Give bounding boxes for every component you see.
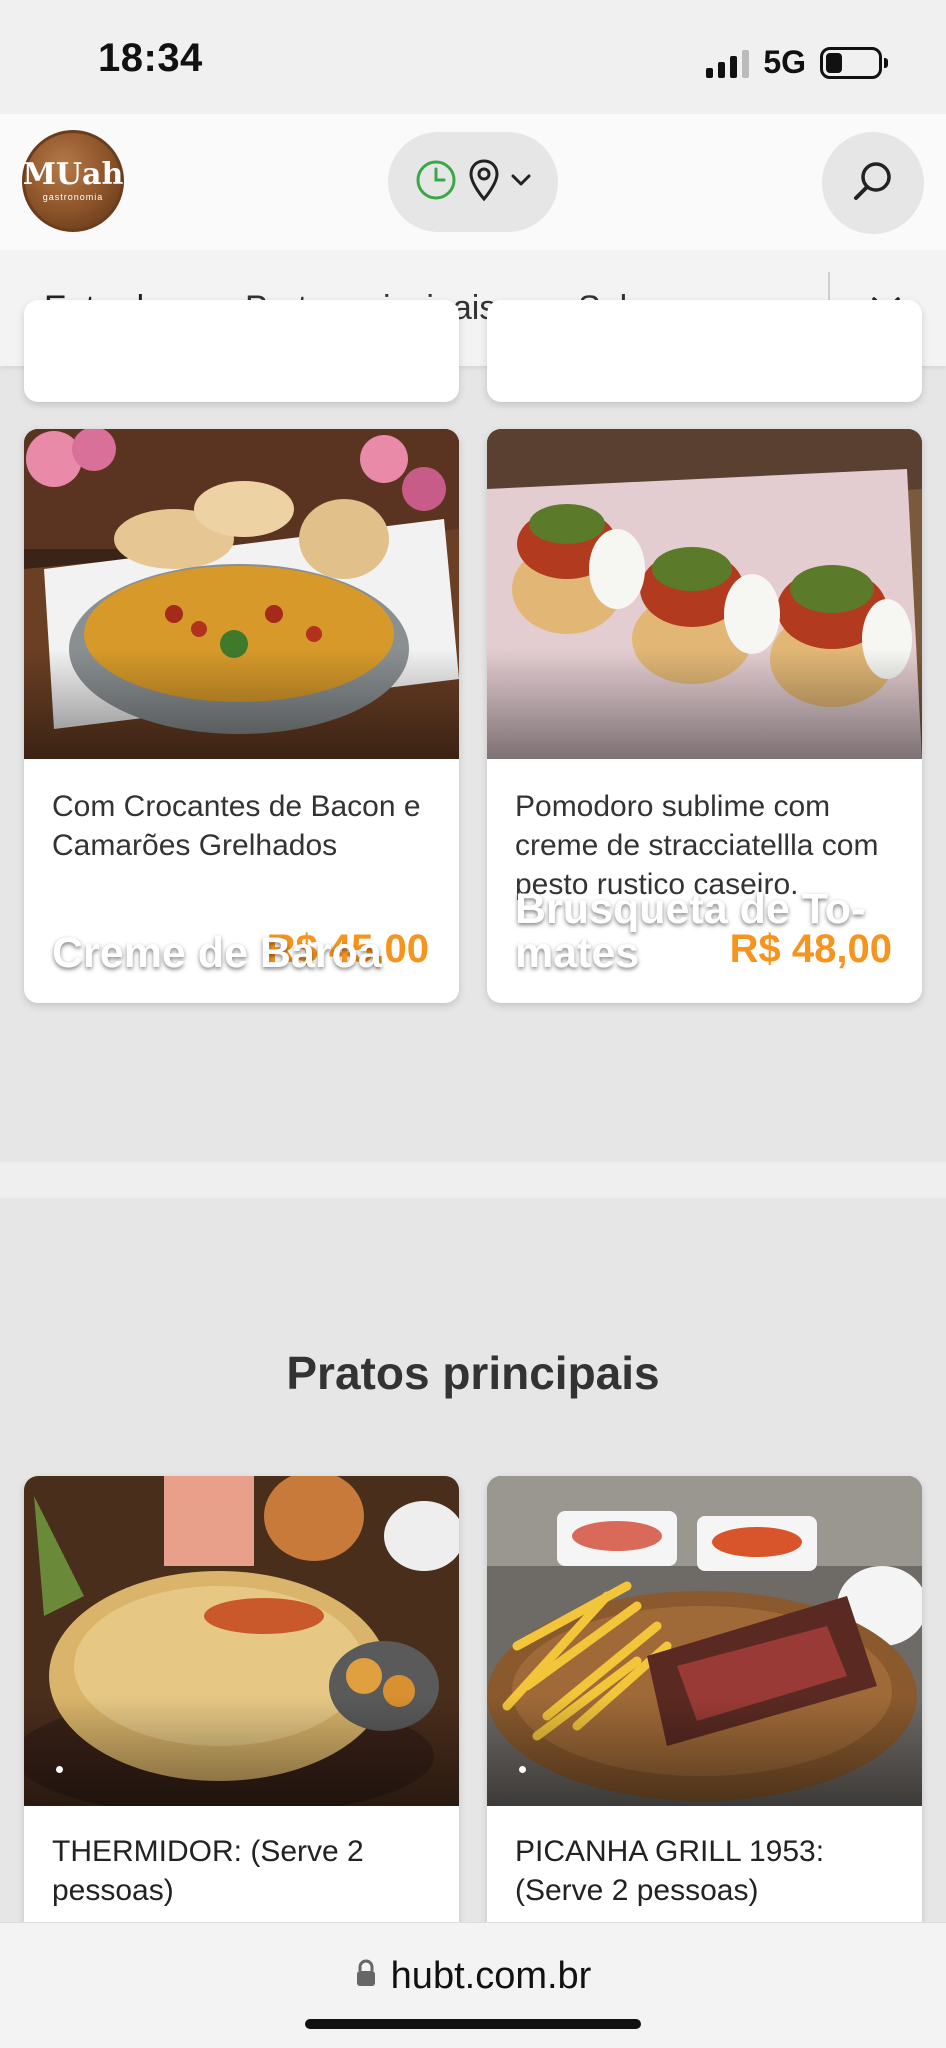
network-type: 5G [763,44,806,80]
dish-description: PICANHA GRILL 1953: (Serve 2 pessoas) [515,1835,825,1907]
photo-indicator [519,1766,526,1773]
status-time: 18:34 [98,36,203,80]
browser-address-bar[interactable]: hubt.com.br [0,1922,946,2048]
menu-card[interactable]: Brusqueta de To-mates Pomodoro sublime c… [487,429,922,1003]
menu-card[interactable]: Creme de Baroa Com Crocantes de Bacon e … [24,429,459,1003]
search-icon [850,158,896,209]
status-bar: 18:34 5G [0,0,946,114]
dish-title: Brusqueta de To-mates [515,885,866,977]
home-indicator[interactable] [305,2019,641,2029]
logo-name: MUah [22,157,124,192]
status-indicators: 5G [706,44,888,81]
site-header: MUah gastronomia [0,114,946,250]
chevron-down-icon [510,173,532,192]
dish-description: THERMIDOR: (Serve 2 pessoas) [52,1835,364,1907]
dish-title: Creme de Baroa [52,929,382,977]
delivery-location-selector[interactable] [388,132,558,232]
dish-photo [487,429,922,759]
dish-photo [24,1476,459,1806]
dish-description: Com Crocantes de Bacon e Camarões Grelha… [52,790,421,862]
menu-card[interactable]: THERMIDOR: (Serve 2 pessoas) [24,1476,459,1976]
dish-photo [487,1476,922,1806]
photo-indicator [56,1766,63,1773]
location-pin-icon [468,158,500,207]
dish-photo [24,429,459,759]
section-divider [0,1162,946,1198]
url-display[interactable]: hubt.com.br [0,1955,946,1998]
lock-icon [355,1955,377,1998]
logo-subtitle: gastronomia [42,192,104,202]
restaurant-logo[interactable]: MUah gastronomia [22,130,124,232]
search-button[interactable] [822,132,924,234]
battery-icon [820,46,888,79]
menu-card[interactable]: PICANHA GRILL 1953: (Serve 2 pessoas) [487,1476,922,1976]
section-title: Pratos principais [286,1347,660,1399]
signal-icon [706,48,750,78]
url-text: hubt.com.br [390,1955,592,1997]
clock-icon [414,158,458,207]
